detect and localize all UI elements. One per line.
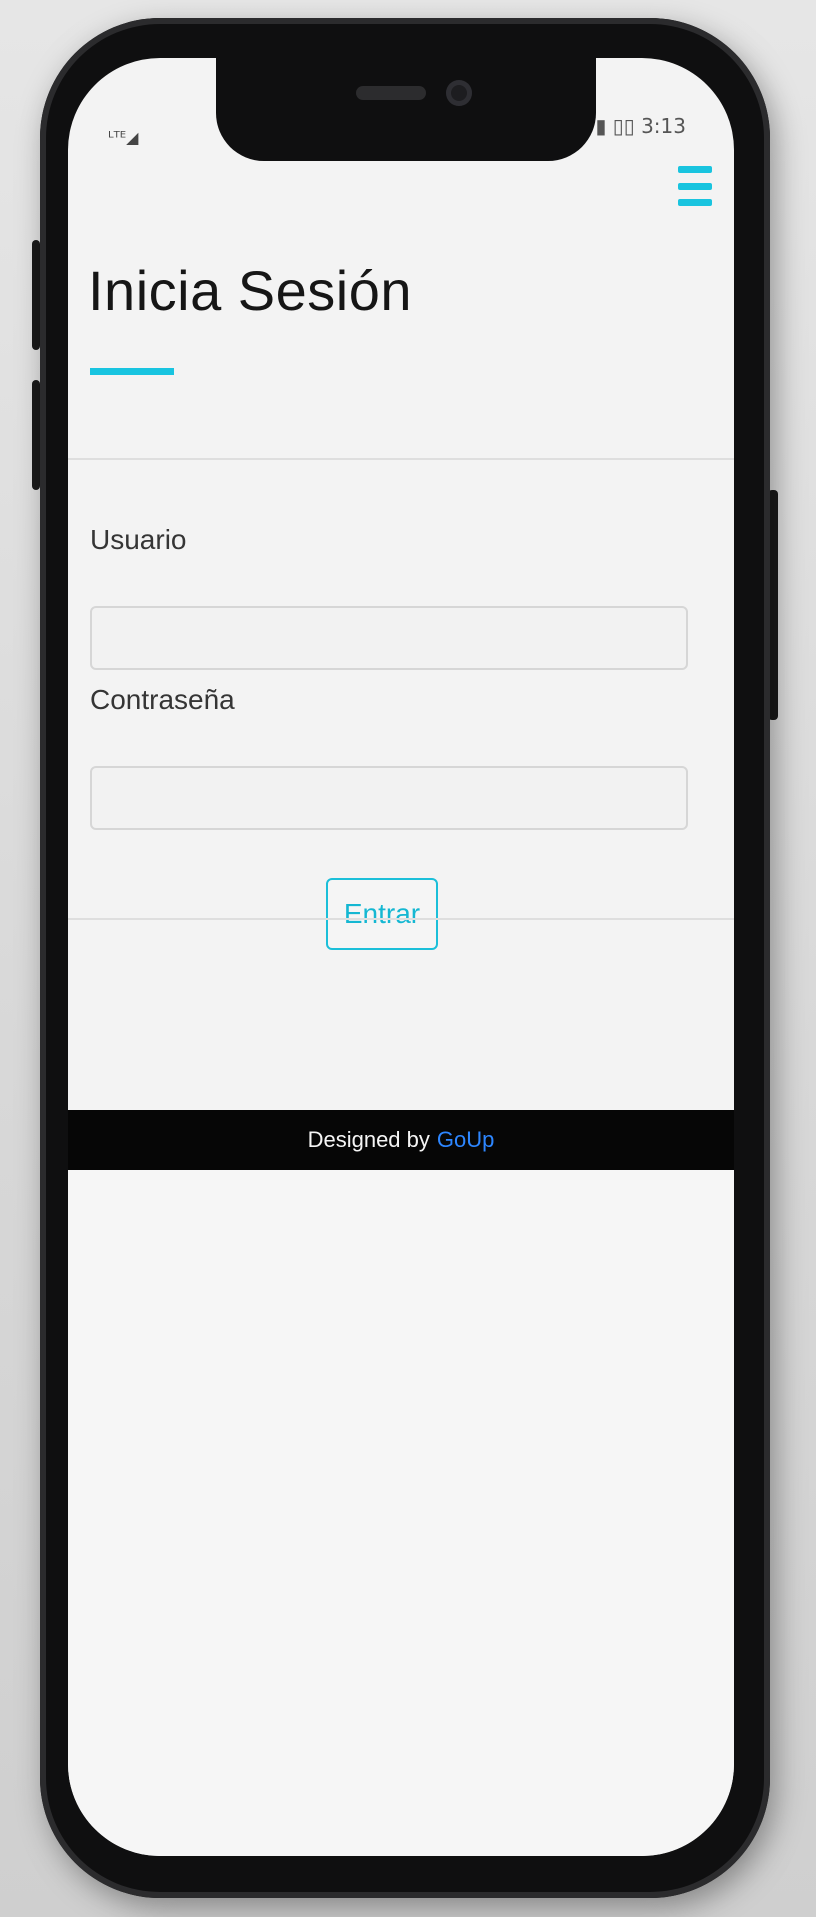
empty-content-area	[68, 1170, 734, 1856]
title-accent-underline	[90, 368, 174, 375]
notch	[216, 58, 596, 161]
status-bar-right: ▮ ▯▯ 3:13	[595, 114, 686, 138]
username-input[interactable]	[90, 606, 688, 670]
footer-brand-link[interactable]: GoUp	[437, 1127, 494, 1153]
password-label: Contraseña	[90, 684, 235, 715]
volume-down-button	[32, 380, 40, 490]
username-label: Usuario	[90, 524, 187, 555]
menu-icon-line-2	[678, 182, 712, 190]
menu-icon-line-3	[678, 199, 712, 206]
page-title: Inicia Sesión	[88, 259, 413, 322]
password-input[interactable]	[90, 766, 688, 830]
bottom-divider	[68, 918, 734, 920]
footer: Designed by GoUp	[68, 1110, 734, 1170]
front-camera	[446, 80, 472, 106]
phone-screen: ᴸᵀᴱ◢ ▮ ▯▯ 3:13 Inicia Sesión Usuario Con…	[68, 58, 734, 1856]
menu-icon-line-1	[678, 166, 712, 173]
submit-button[interactable]: Entrar	[326, 878, 438, 950]
speaker-grille	[356, 86, 426, 100]
volume-up-button	[32, 240, 40, 350]
footer-prefix: Designed by	[307, 1127, 430, 1152]
menu-icon[interactable]	[678, 166, 712, 206]
status-bar-left: ᴸᵀᴱ◢	[108, 128, 139, 147]
top-divider	[68, 458, 734, 460]
